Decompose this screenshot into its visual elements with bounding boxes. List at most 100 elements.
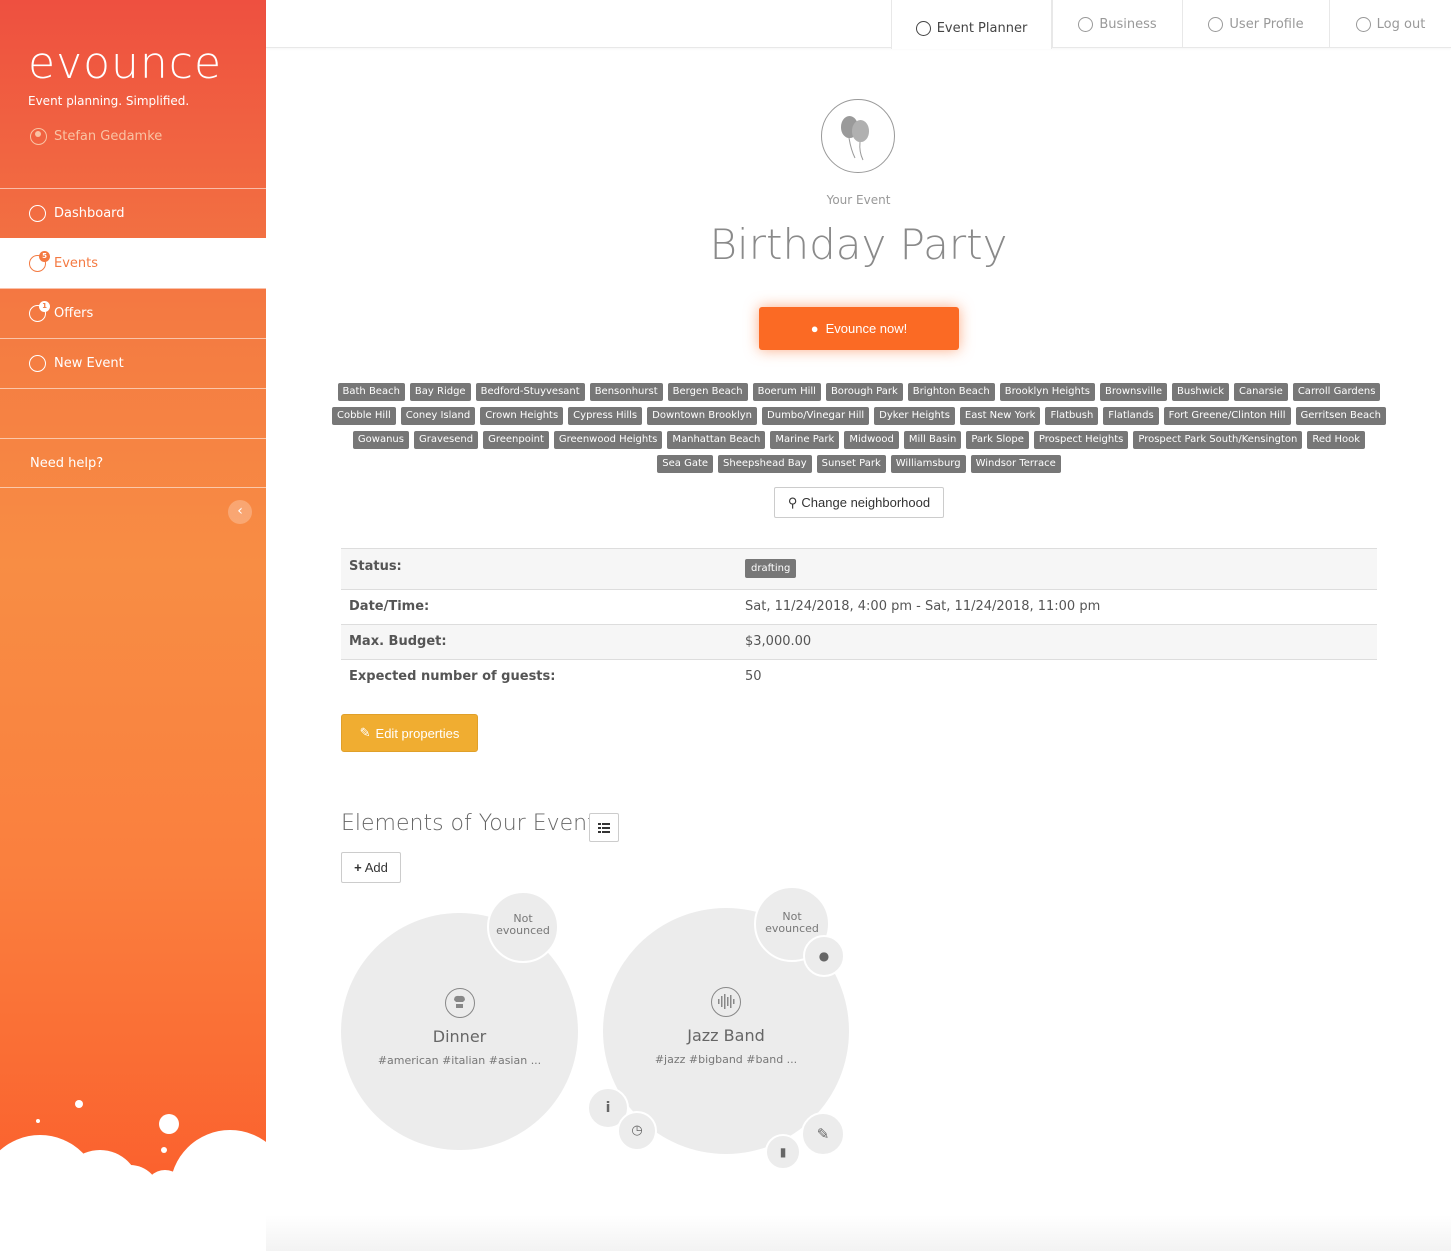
status-badge: drafting	[745, 559, 797, 578]
trash-icon: ▮	[779, 1145, 787, 1159]
pencil-icon: ✎	[816, 1125, 830, 1143]
top-navigation: Event Planner Business User Profile Log …	[266, 0, 1451, 49]
table-row: Status: drafting	[341, 549, 1377, 590]
brand: evounce Event planning. Simplified.	[28, 42, 222, 109]
neighborhood-tag: Bath Beach	[337, 383, 405, 401]
events-count-badge: 5	[39, 251, 50, 262]
neighborhood-tag: Flatbush	[1045, 407, 1099, 425]
offers-count-badge: 1	[39, 301, 50, 312]
sidebar-item-label: Need help?	[30, 455, 104, 471]
neighborhood-tag: Borough Park	[825, 383, 903, 401]
neighborhood-tag: Gerritsen Beach	[1295, 407, 1387, 425]
sidebar-item-offers[interactable]: 1 Offers	[0, 288, 266, 338]
tagline: Event planning. Simplified.	[28, 94, 190, 108]
sidebar-item-empty	[0, 388, 266, 438]
element-name: Jazz Band	[687, 1026, 765, 1045]
bubble-decoration	[159, 1114, 179, 1134]
user-name-label: Stefan Gedamke	[54, 129, 163, 144]
event-label: Your Event	[826, 193, 891, 207]
bomb-icon: ●	[818, 949, 830, 963]
change-neighborhood-label: Change neighborhood	[801, 495, 931, 510]
neighborhood-tag: Windsor Terrace	[970, 455, 1061, 473]
add-element-button[interactable]: + Add	[341, 852, 401, 883]
neighborhood-tag: Canarsie	[1234, 383, 1288, 401]
event-title: Birthday Party	[709, 220, 1008, 269]
neighborhood-tag: Manhattan Beach	[667, 431, 766, 449]
status-value: drafting	[745, 549, 1377, 589]
balloon-strings	[848, 137, 864, 161]
neighborhood-tag: Bergen Beach	[667, 383, 748, 401]
neighborhood-tag: Boerum Hill	[752, 383, 821, 401]
neighborhood-tag: Mill Basin	[903, 431, 962, 449]
neighborhood-tag: Prospect Park South/Kensington	[1133, 431, 1303, 449]
neighborhood-tag: Red Hook	[1307, 431, 1366, 449]
evounce-element-button[interactable]: ●	[803, 935, 845, 977]
element-name: Dinner	[432, 1027, 487, 1046]
element-status-label: Not evounced	[496, 912, 550, 937]
neighborhood-tag: Bay Ridge	[409, 383, 471, 401]
neighborhood-tag: Downtown Brooklyn	[647, 407, 758, 425]
neighborhood-tag: Dumbo/Vinegar Hill	[762, 407, 870, 425]
neighborhood-tag: Marine Park	[770, 431, 840, 449]
tab-user-profile[interactable]: User Profile	[1182, 0, 1329, 48]
evounce-now-button[interactable]: ● Evounce now!	[759, 307, 959, 350]
tab-event-planner[interactable]: Event Planner	[891, 0, 1052, 49]
sidebar-nav: Dashboard 5 Events 1 Offers New Event Ne…	[0, 188, 266, 488]
audio-wave-icon	[711, 987, 741, 1017]
neighborhood-tag: Bushwick	[1172, 383, 1229, 401]
pencil-icon: ✎	[359, 725, 371, 740]
neighborhood-tag: Carroll Gardens	[1292, 383, 1381, 401]
sidebar-item-events[interactable]: 5 Events	[0, 238, 266, 288]
bomb-icon: ●	[810, 321, 819, 336]
neighborhood-tag: Flatlands	[1103, 407, 1159, 425]
neighborhood-tag: Sunset Park	[816, 455, 886, 473]
delete-button[interactable]: ▮	[765, 1134, 801, 1170]
table-row: Max. Budget: $3,000.00	[341, 625, 1377, 660]
map-marker-icon: ⚲	[787, 494, 798, 510]
neighborhood-tag: Cypress Hills	[568, 407, 643, 425]
change-neighborhood-button[interactable]: ⚲ Change neighborhood	[774, 487, 944, 518]
datetime-value: Sat, 11/24/2018, 4:00 pm - Sat, 11/24/20…	[745, 599, 1101, 614]
list-icon	[598, 823, 610, 833]
tab-label: Business	[1099, 16, 1157, 32]
neighborhood-tag: Gowanus	[352, 431, 409, 449]
list-view-button[interactable]	[589, 813, 619, 842]
sidebar-item-label: Events	[54, 256, 99, 271]
sidebar: evounce Event planning. Simplified. Stef…	[0, 0, 266, 1251]
element-status-label: Not evounced	[765, 910, 819, 935]
neighborhood-tag: Brooklyn Heights	[999, 383, 1095, 401]
tab-label: Log out	[1376, 16, 1426, 32]
user-avatar-icon	[30, 128, 47, 145]
element-tags: #jazz #bigband #band ...	[654, 1053, 798, 1066]
neighborhood-tag: Bensonhurst	[589, 383, 663, 401]
neighborhood-tag: Bedford-Stuyvesant	[475, 383, 585, 401]
edit-properties-button[interactable]: ✎ Edit properties	[341, 714, 478, 752]
status-label: Status:	[349, 559, 402, 574]
datetime-label: Date/Time:	[349, 599, 430, 614]
elements-title: Elements of Your Event	[341, 811, 596, 836]
history-button[interactable]: ◷	[617, 1111, 657, 1151]
bubble-decoration	[36, 1119, 40, 1123]
neighborhood-tag: Crown Heights	[480, 407, 564, 425]
budget-label: Max. Budget:	[349, 634, 447, 649]
collapse-sidebar-button[interactable]: ‹	[228, 500, 252, 524]
plus-circle-icon	[29, 355, 46, 372]
cloud-decoration	[0, 1185, 266, 1251]
tab-log-out[interactable]: Log out	[1329, 0, 1451, 48]
user-name[interactable]: Stefan Gedamke	[30, 128, 162, 145]
neighborhood-tag: Gravesend	[413, 431, 479, 449]
info-icon: i	[605, 1100, 611, 1116]
footer-shade	[266, 1215, 1451, 1251]
dashboard-icon	[29, 205, 46, 222]
sidebar-item-label: Offers	[54, 306, 94, 321]
neighborhood-tag: Sea Gate	[657, 455, 714, 473]
table-row: Date/Time: Sat, 11/24/2018, 4:00 pm - Sa…	[341, 590, 1377, 625]
tab-business[interactable]: Business	[1052, 0, 1182, 48]
neighborhood-tag: Brighton Beach	[907, 383, 995, 401]
logo[interactable]: evounce	[28, 42, 222, 86]
sidebar-item-help[interactable]: Need help?	[0, 438, 266, 488]
edit-element-button[interactable]: ✎	[801, 1112, 845, 1156]
tab-label: Event Planner	[936, 21, 1028, 36]
sidebar-item-label: Dashboard	[54, 206, 125, 221]
sidebar-item-new-event[interactable]: New Event	[0, 338, 266, 388]
